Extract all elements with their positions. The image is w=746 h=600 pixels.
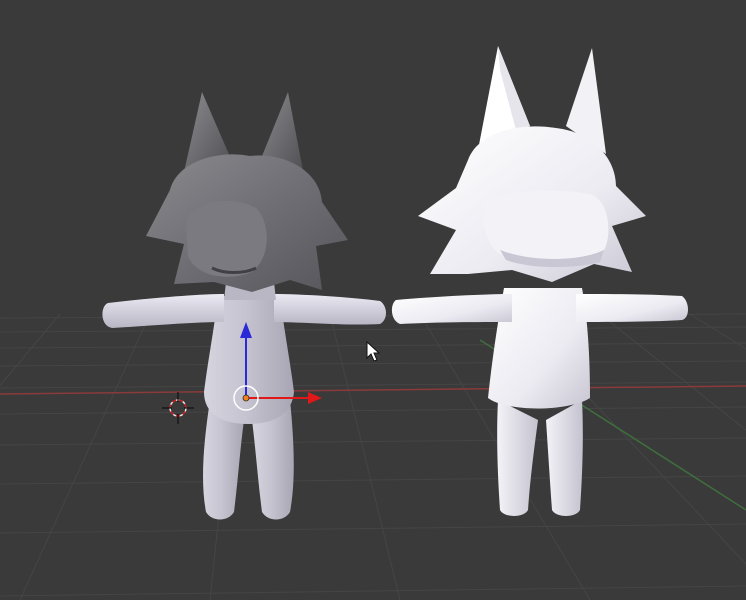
- character-model-right[interactable]: [391, 46, 688, 516]
- 3d-viewport[interactable]: [0, 0, 746, 600]
- arrow-cursor-icon: [366, 340, 381, 362]
- object-origin-dot: [242, 394, 250, 402]
- 3d-cursor-icon: [162, 392, 194, 424]
- character-model-left[interactable]: [102, 92, 386, 520]
- x-axis-arrowhead[interactable]: [308, 392, 322, 404]
